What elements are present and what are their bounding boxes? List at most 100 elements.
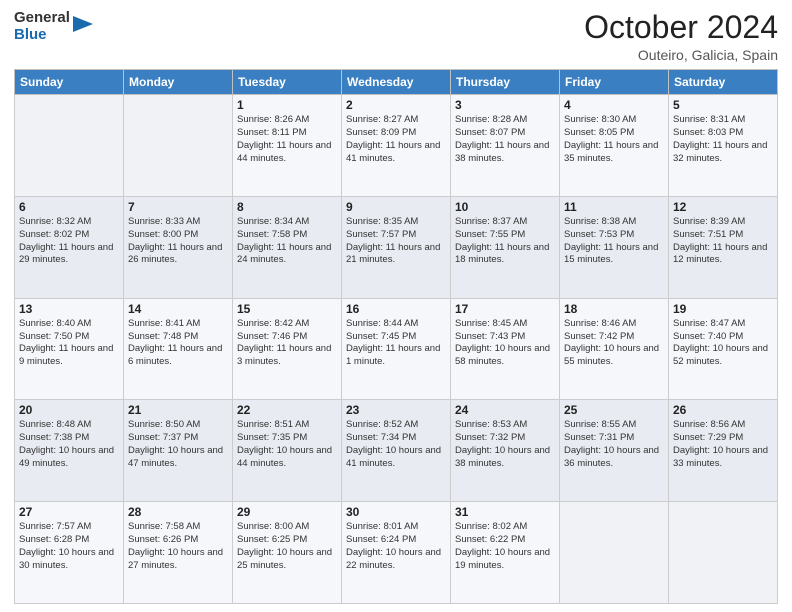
day-info: Sunrise: 8:02 AM Sunset: 6:22 PM Dayligh… (455, 521, 555, 572)
day-info: Sunrise: 8:32 AM Sunset: 8:02 PM Dayligh… (19, 216, 119, 267)
page: General Blue October 2024 Outeiro, Galic… (0, 0, 792, 612)
day-info: Sunrise: 7:57 AM Sunset: 6:28 PM Dayligh… (19, 521, 119, 572)
calendar-cell: 27 Sunrise: 7:57 AM Sunset: 6:28 PM Dayli… (15, 502, 124, 604)
day-number: 27 (19, 505, 119, 519)
calendar-cell: 9 Sunrise: 8:35 AM Sunset: 7:57 PM Daylig… (342, 196, 451, 298)
calendar-cell: 12Sunrise: 8:39 AM Sunset: 7:51 PM Dayli… (669, 196, 778, 298)
calendar-cell: 23 Sunrise: 8:52 AM Sunset: 7:34 PM Dayli… (342, 400, 451, 502)
weekday-header-sunday: Sunday (15, 70, 124, 95)
calendar-cell: 28 Sunrise: 7:58 AM Sunset: 6:26 PM Dayli… (124, 502, 233, 604)
day-info: Sunrise: 8:46 AM Sunset: 7:42 PM Dayligh… (564, 318, 664, 369)
day-number: 16 (346, 302, 446, 316)
calendar-week-3: 13 Sunrise: 8:40 AM Sunset: 7:50 PM Dayli… (15, 298, 778, 400)
day-number: 23 (346, 403, 446, 417)
calendar-week-2: 6 Sunrise: 8:32 AM Sunset: 8:02 PM Daylig… (15, 196, 778, 298)
day-info: Sunrise: 8:44 AM Sunset: 7:45 PM Dayligh… (346, 318, 446, 369)
day-number: 9 (346, 200, 446, 214)
day-number: 1 (237, 98, 337, 112)
day-number: 11 (564, 200, 664, 214)
calendar-body: 1 Sunrise: 8:26 AM Sunset: 8:11 PM Daylig… (15, 95, 778, 604)
calendar-cell: 21 Sunrise: 8:50 AM Sunset: 7:37 PM Dayli… (124, 400, 233, 502)
day-number: 31 (455, 505, 555, 519)
day-info: Sunrise: 8:01 AM Sunset: 6:24 PM Dayligh… (346, 521, 446, 572)
calendar-cell: 29 Sunrise: 8:00 AM Sunset: 6:25 PM Dayli… (233, 502, 342, 604)
day-number: 30 (346, 505, 446, 519)
month-title: October 2024 (584, 10, 778, 45)
day-info: Sunrise: 8:41 AM Sunset: 7:48 PM Dayligh… (128, 318, 228, 369)
calendar-cell: 20Sunrise: 8:48 AM Sunset: 7:38 PM Dayli… (15, 400, 124, 502)
calendar-cell: 13 Sunrise: 8:40 AM Sunset: 7:50 PM Dayli… (15, 298, 124, 400)
weekday-header-wednesday: Wednesday (342, 70, 451, 95)
day-number: 21 (128, 403, 228, 417)
day-info: Sunrise: 8:56 AM Sunset: 7:29 PM Dayligh… (673, 419, 773, 470)
calendar-cell: 26 Sunrise: 8:56 AM Sunset: 7:29 PM Dayli… (669, 400, 778, 502)
day-info: Sunrise: 8:39 AM Sunset: 7:51 PM Dayligh… (673, 216, 773, 267)
calendar-cell: 8Sunrise: 8:34 AM Sunset: 7:58 PM Daylig… (233, 196, 342, 298)
calendar-cell: 4 Sunrise: 8:30 AM Sunset: 8:05 PM Daylig… (560, 95, 669, 197)
calendar-cell: 2Sunrise: 8:27 AM Sunset: 8:09 PM Daylig… (342, 95, 451, 197)
calendar-cell: 19Sunrise: 8:47 AM Sunset: 7:40 PM Dayli… (669, 298, 778, 400)
calendar-cell (560, 502, 669, 604)
calendar-cell: 24 Sunrise: 8:53 AM Sunset: 7:32 PM Dayli… (451, 400, 560, 502)
day-info: Sunrise: 8:00 AM Sunset: 6:25 PM Dayligh… (237, 521, 337, 572)
day-number: 20 (19, 403, 119, 417)
day-number: 15 (237, 302, 337, 316)
day-number: 6 (19, 200, 119, 214)
day-info: Sunrise: 8:51 AM Sunset: 7:35 PM Dayligh… (237, 419, 337, 470)
day-number: 18 (564, 302, 664, 316)
calendar-cell: 22 Sunrise: 8:51 AM Sunset: 7:35 PM Dayli… (233, 400, 342, 502)
day-info: Sunrise: 8:28 AM Sunset: 8:07 PM Dayligh… (455, 114, 555, 165)
logo-chevron-icon (71, 14, 93, 36)
day-info: Sunrise: 8:30 AM Sunset: 8:05 PM Dayligh… (564, 114, 664, 165)
calendar-cell: 17Sunrise: 8:45 AM Sunset: 7:43 PM Dayli… (451, 298, 560, 400)
calendar-cell: 30 Sunrise: 8:01 AM Sunset: 6:24 PM Dayli… (342, 502, 451, 604)
weekday-header-thursday: Thursday (451, 70, 560, 95)
calendar-cell: 6 Sunrise: 8:32 AM Sunset: 8:02 PM Daylig… (15, 196, 124, 298)
day-number: 28 (128, 505, 228, 519)
title-block: October 2024 Outeiro, Galicia, Spain (584, 10, 778, 63)
calendar-cell: 10 Sunrise: 8:37 AM Sunset: 7:55 PM Dayli… (451, 196, 560, 298)
day-info: Sunrise: 8:47 AM Sunset: 7:40 PM Dayligh… (673, 318, 773, 369)
weekday-header-friday: Friday (560, 70, 669, 95)
day-number: 22 (237, 403, 337, 417)
day-info: Sunrise: 7:58 AM Sunset: 6:26 PM Dayligh… (128, 521, 228, 572)
calendar-cell: 31 Sunrise: 8:02 AM Sunset: 6:22 PM Dayli… (451, 502, 560, 604)
day-info: Sunrise: 8:52 AM Sunset: 7:34 PM Dayligh… (346, 419, 446, 470)
day-info: Sunrise: 8:34 AM Sunset: 7:58 PM Dayligh… (237, 216, 337, 267)
day-number: 26 (673, 403, 773, 417)
day-number: 29 (237, 505, 337, 519)
calendar-week-4: 20Sunrise: 8:48 AM Sunset: 7:38 PM Dayli… (15, 400, 778, 502)
calendar-cell: 16 Sunrise: 8:44 AM Sunset: 7:45 PM Dayli… (342, 298, 451, 400)
day-info: Sunrise: 8:42 AM Sunset: 7:46 PM Dayligh… (237, 318, 337, 369)
day-info: Sunrise: 8:26 AM Sunset: 8:11 PM Dayligh… (237, 114, 337, 165)
day-number: 14 (128, 302, 228, 316)
weekday-header-row: SundayMondayTuesdayWednesdayThursdayFrid… (15, 70, 778, 95)
weekday-header-saturday: Saturday (669, 70, 778, 95)
calendar-table: SundayMondayTuesdayWednesdayThursdayFrid… (14, 69, 778, 604)
calendar-cell: 15 Sunrise: 8:42 AM Sunset: 7:46 PM Dayli… (233, 298, 342, 400)
calendar-cell: 7 Sunrise: 8:33 AM Sunset: 8:00 PM Daylig… (124, 196, 233, 298)
calendar-cell: 5 Sunrise: 8:31 AM Sunset: 8:03 PM Daylig… (669, 95, 778, 197)
logo-general: General (14, 10, 70, 27)
day-info: Sunrise: 8:27 AM Sunset: 8:09 PM Dayligh… (346, 114, 446, 165)
day-info: Sunrise: 8:33 AM Sunset: 8:00 PM Dayligh… (128, 216, 228, 267)
day-number: 4 (564, 98, 664, 112)
day-info: Sunrise: 8:50 AM Sunset: 7:37 PM Dayligh… (128, 419, 228, 470)
day-number: 25 (564, 403, 664, 417)
day-number: 5 (673, 98, 773, 112)
day-info: Sunrise: 8:31 AM Sunset: 8:03 PM Dayligh… (673, 114, 773, 165)
calendar-cell: 11Sunrise: 8:38 AM Sunset: 7:53 PM Dayli… (560, 196, 669, 298)
weekday-header-monday: Monday (124, 70, 233, 95)
day-info: Sunrise: 8:53 AM Sunset: 7:32 PM Dayligh… (455, 419, 555, 470)
day-info: Sunrise: 8:35 AM Sunset: 7:57 PM Dayligh… (346, 216, 446, 267)
calendar-cell (124, 95, 233, 197)
day-number: 7 (128, 200, 228, 214)
day-info: Sunrise: 8:40 AM Sunset: 7:50 PM Dayligh… (19, 318, 119, 369)
day-number: 24 (455, 403, 555, 417)
logo-blue: Blue (14, 27, 70, 44)
day-number: 13 (19, 302, 119, 316)
day-number: 10 (455, 200, 555, 214)
calendar-cell: 3Sunrise: 8:28 AM Sunset: 8:07 PM Daylig… (451, 95, 560, 197)
day-info: Sunrise: 8:37 AM Sunset: 7:55 PM Dayligh… (455, 216, 555, 267)
logo: General Blue (14, 10, 93, 43)
